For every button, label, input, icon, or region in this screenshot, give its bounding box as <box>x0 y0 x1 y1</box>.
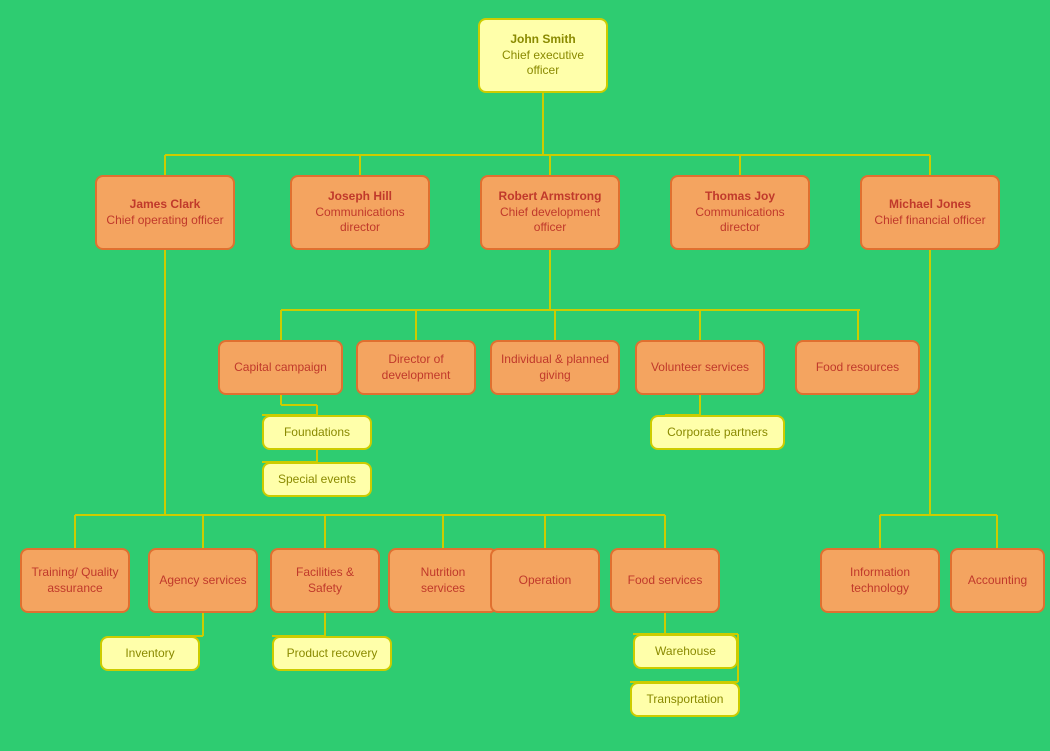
node-thomas: Thomas Joy Communications director <box>670 175 810 250</box>
node-capital: Capital campaign <box>218 340 343 395</box>
node-facilities: Facilities & Safety <box>270 548 380 613</box>
node-food-services: Food services <box>610 548 720 613</box>
node-training: Training/ Quality assurance <box>20 548 130 613</box>
node-transportation: Transportation <box>630 682 740 717</box>
thomas-name: Thomas Joy <box>680 189 800 205</box>
node-food-resources: Food resources <box>795 340 920 395</box>
ceo-name: John Smith <box>488 32 598 48</box>
node-corporate: Corporate partners <box>650 415 785 450</box>
inventory-label: Inventory <box>125 646 174 662</box>
node-accounting: Accounting <box>950 548 1045 613</box>
food-services-label: Food services <box>628 573 703 589</box>
thomas-title: Communications director <box>680 205 800 236</box>
product-recovery-label: Product recovery <box>287 646 378 662</box>
node-product-recovery: Product recovery <box>272 636 392 671</box>
node-inventory: Inventory <box>100 636 200 671</box>
capital-label: Capital campaign <box>234 360 327 376</box>
info-tech-label: Information technology <box>830 565 930 596</box>
agency-label: Agency services <box>159 573 246 589</box>
robert-title: Chief development officer <box>490 205 610 236</box>
node-ceo: John Smith Chief executive officer <box>478 18 608 93</box>
node-agency: Agency services <box>148 548 258 613</box>
node-individual: Individual & planned giving <box>490 340 620 395</box>
special-events-label: Special events <box>278 472 356 488</box>
node-robert: Robert Armstrong Chief development offic… <box>480 175 620 250</box>
ceo-title: Chief executive officer <box>488 48 598 79</box>
node-operation: Operation <box>490 548 600 613</box>
org-chart: John Smith Chief executive officer James… <box>0 0 1050 751</box>
node-foundations: Foundations <box>262 415 372 450</box>
volunteer-label: Volunteer services <box>651 360 749 376</box>
node-nutrition: Nutrition services <box>388 548 498 613</box>
node-michael: Michael Jones Chief financial officer <box>860 175 1000 250</box>
nutrition-label: Nutrition services <box>398 565 488 596</box>
warehouse-label: Warehouse <box>655 644 716 660</box>
training-label: Training/ Quality assurance <box>30 565 120 596</box>
michael-title: Chief financial officer <box>874 213 985 229</box>
individual-label: Individual & planned giving <box>500 352 610 383</box>
director-dev-label: Director of development <box>366 352 466 383</box>
james-name: James Clark <box>106 197 223 213</box>
joseph-name: Joseph Hill <box>300 189 420 205</box>
joseph-title: Communications director <box>300 205 420 236</box>
foundations-label: Foundations <box>284 425 350 441</box>
james-title: Chief operating officer <box>106 213 223 229</box>
node-warehouse: Warehouse <box>633 634 738 669</box>
node-info-tech: Information technology <box>820 548 940 613</box>
node-james: James Clark Chief operating officer <box>95 175 235 250</box>
michael-name: Michael Jones <box>874 197 985 213</box>
corporate-label: Corporate partners <box>667 425 768 441</box>
food-resources-label: Food resources <box>816 360 899 376</box>
node-volunteer: Volunteer services <box>635 340 765 395</box>
node-special-events: Special events <box>262 462 372 497</box>
accounting-label: Accounting <box>968 573 1027 589</box>
node-director-dev: Director of development <box>356 340 476 395</box>
node-joseph: Joseph Hill Communications director <box>290 175 430 250</box>
transportation-label: Transportation <box>647 692 724 708</box>
operation-label: Operation <box>519 573 572 589</box>
robert-name: Robert Armstrong <box>490 189 610 205</box>
facilities-label: Facilities & Safety <box>280 565 370 596</box>
